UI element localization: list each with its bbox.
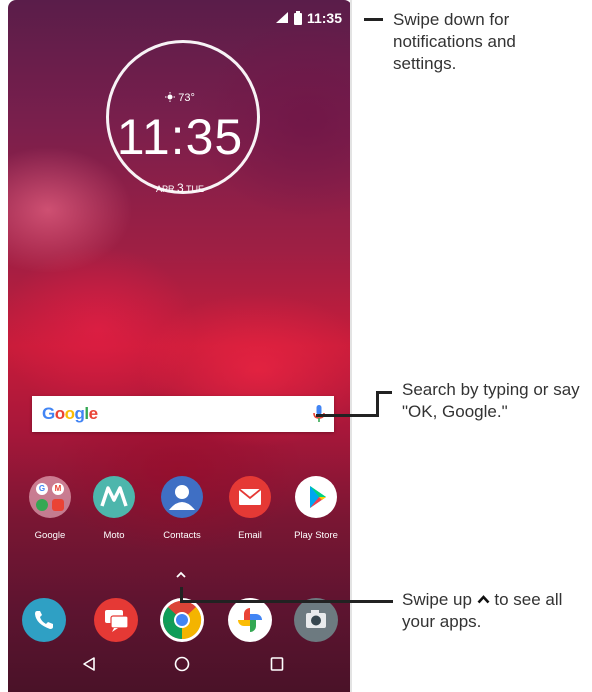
contacts-icon [161,476,203,518]
annotation-apps: Swipe up to see all your apps. [402,590,563,631]
app-play-store[interactable]: Play Store [284,476,348,541]
annotation-notifications: Swipe down for notifications and setting… [393,10,516,73]
sun-icon [165,92,176,102]
chevron-up-icon [477,595,490,604]
app-label: Google [34,530,66,541]
play-store-icon [295,476,337,518]
status-bar[interactable]: 11:35 [275,10,342,26]
widget-time: 11:35 [116,109,244,165]
temperature: 73° [178,92,195,104]
app-label: Email [238,530,262,541]
date-day: 3 [177,181,184,195]
app-moto[interactable]: Moto [82,476,146,541]
app-google[interactable]: G M Google [18,476,82,541]
moto-icon [93,476,135,518]
camera-icon[interactable] [294,598,338,642]
phone-edge [350,0,352,692]
google-search-bar[interactable]: Google [32,396,334,432]
status-time: 11:35 [306,10,342,26]
messages-icon[interactable] [94,598,138,642]
app-label: Moto [103,530,125,541]
callout-line-notifications [364,18,383,21]
back-icon[interactable] [82,656,96,677]
callout-line-apps [180,600,393,603]
photos-icon[interactable] [228,598,272,642]
battery-icon [293,11,302,25]
annotation-search: Search by typing or say "OK, Google." [402,380,580,421]
signal-icon [275,12,288,23]
home-icon[interactable] [174,656,190,677]
recents-icon[interactable] [270,656,284,677]
navigation-bar [8,652,352,682]
google-folder-icon: G M [29,476,71,518]
app-email[interactable]: Email [218,476,282,541]
chrome-icon[interactable] [160,598,204,642]
google-logo: Google [42,404,98,423]
phone-icon[interactable] [22,598,66,642]
callout-line-search-top [376,391,392,394]
date-weekday: TUE [186,184,205,194]
weather-readout: 73° [8,92,352,104]
callout-line-search-vertical [376,391,379,417]
date-month: APR [155,184,175,194]
app-contacts[interactable]: Contacts [150,476,214,541]
email-icon [229,476,271,518]
widget-date: APR 3 TUE [8,181,352,195]
callout-line-search [316,414,376,417]
app-label: Play Store [294,530,338,541]
swipe-up-arrow-icon[interactable] [176,565,186,581]
app-label: Contacts [163,530,201,541]
